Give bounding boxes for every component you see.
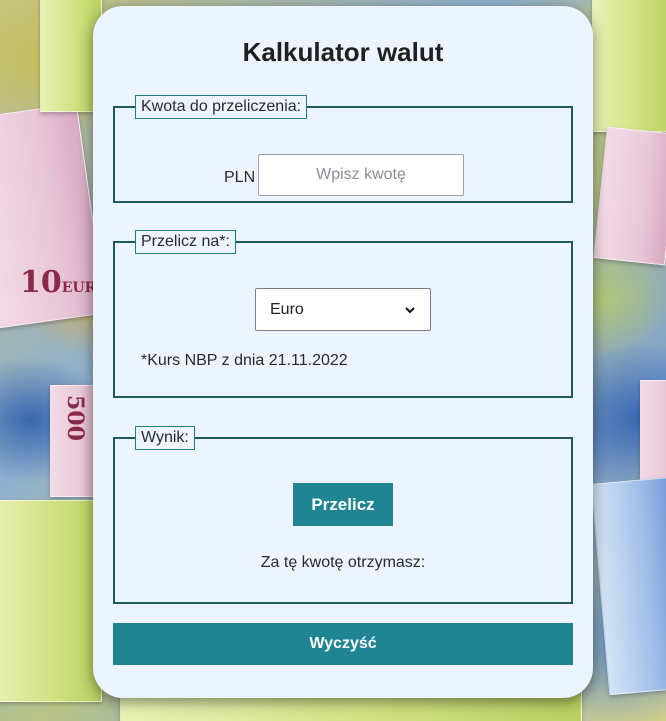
result-fieldset: Wynik: Przelicz Za tę kwotę otrzymasz:	[113, 426, 573, 604]
banknote-five-hundred-euro: 500	[62, 395, 88, 441]
amount-fieldset: Kwota do przeliczenia: PLN	[113, 95, 573, 203]
calculate-button[interactable]: Przelicz	[293, 483, 393, 526]
amount-legend: Kwota do przeliczenia:	[135, 95, 308, 119]
banknote-image	[640, 380, 666, 492]
target-currency-fieldset: Przelicz na*: Euro *Kurs NBP z dnia 21.1…	[113, 230, 573, 398]
result-legend: Wynik:	[135, 426, 195, 450]
banknote-image	[593, 126, 666, 266]
currency-select[interactable]: Euro	[255, 288, 431, 331]
page-title: Kalkulator walut	[242, 37, 444, 67]
banknote-image	[590, 476, 666, 696]
target-currency-legend: Przelicz na*:	[135, 230, 236, 254]
banknote-image	[0, 500, 102, 702]
banknote-image	[592, 0, 666, 132]
clear-button[interactable]: Wyczyść	[113, 623, 573, 665]
amount-input[interactable]	[258, 154, 464, 196]
currency-code-label: PLN	[224, 169, 256, 186]
result-text: Za tę kwotę otrzymasz:	[260, 554, 426, 571]
exchange-rate-note: *Kurs NBP z dnia 21.11.2022	[141, 352, 348, 369]
chevron-down-icon	[405, 306, 415, 313]
calculator-card: Kalkulator walut Kwota do przeliczenia: …	[93, 6, 593, 698]
currency-select-value: Euro	[270, 300, 304, 318]
